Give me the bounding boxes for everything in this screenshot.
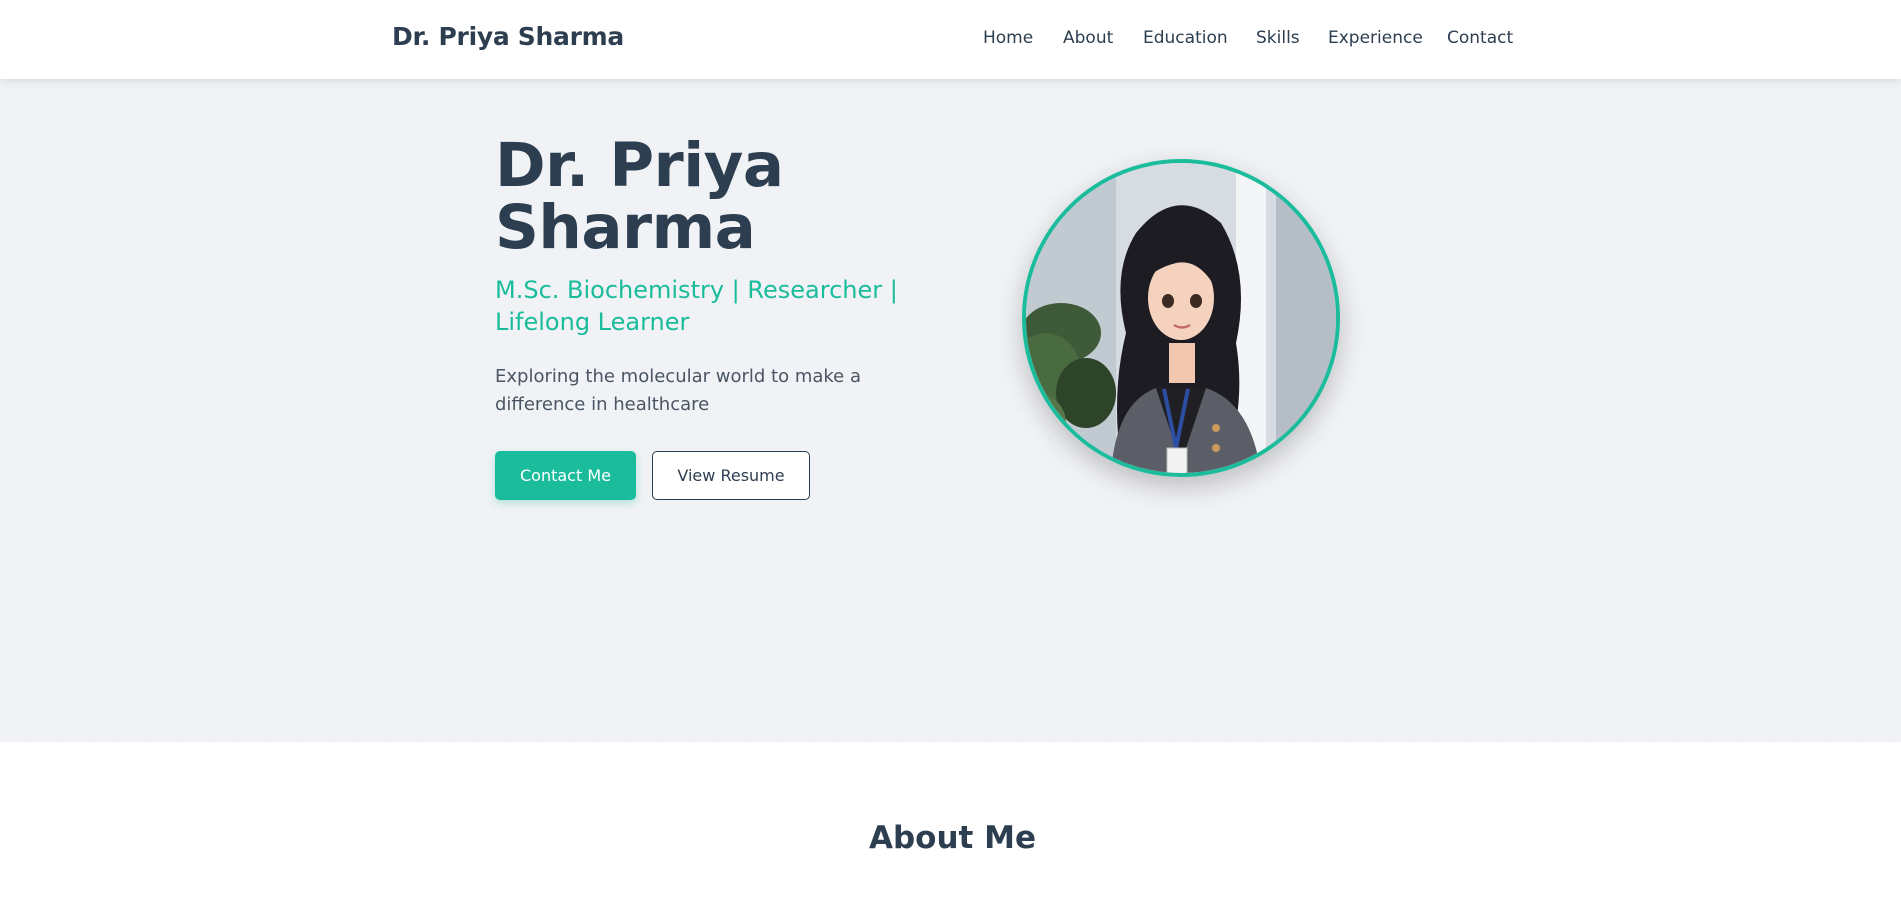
hero-title: Dr. Priya Sharma	[495, 130, 784, 263]
navbar: Dr. Priya Sharma Home About Education Sk…	[0, 0, 1901, 79]
nav-link-contact[interactable]: Contact	[1447, 28, 1513, 48]
nav-links: Home About Education Skills Experience C…	[0, 0, 1901, 79]
hero-plus-pattern	[0, 79, 1901, 742]
nav-link-home[interactable]: Home	[983, 28, 1033, 48]
profile-portrait	[1022, 159, 1340, 477]
portrait-illustration	[1026, 163, 1336, 473]
nav-link-skills[interactable]: Skills	[1256, 28, 1300, 48]
about-section: About Me	[0, 742, 1901, 905]
hero-tagline: Exploring the molecular world to make a …	[495, 366, 862, 415]
hero-section: Dr. Priya Sharma M.Sc. Biochemistry | Re…	[0, 79, 1901, 742]
contact-me-button[interactable]: Contact Me	[495, 451, 636, 500]
view-resume-button[interactable]: View Resume	[652, 451, 810, 500]
about-title: About Me	[868, 820, 1037, 856]
nav-link-experience[interactable]: Experience	[1328, 28, 1423, 48]
nav-link-education[interactable]: Education	[1143, 28, 1228, 48]
hero-subtitle: M.Sc. Biochemistry | Researcher | Lifelo…	[495, 276, 898, 336]
nav-link-about[interactable]: About	[1063, 28, 1113, 48]
